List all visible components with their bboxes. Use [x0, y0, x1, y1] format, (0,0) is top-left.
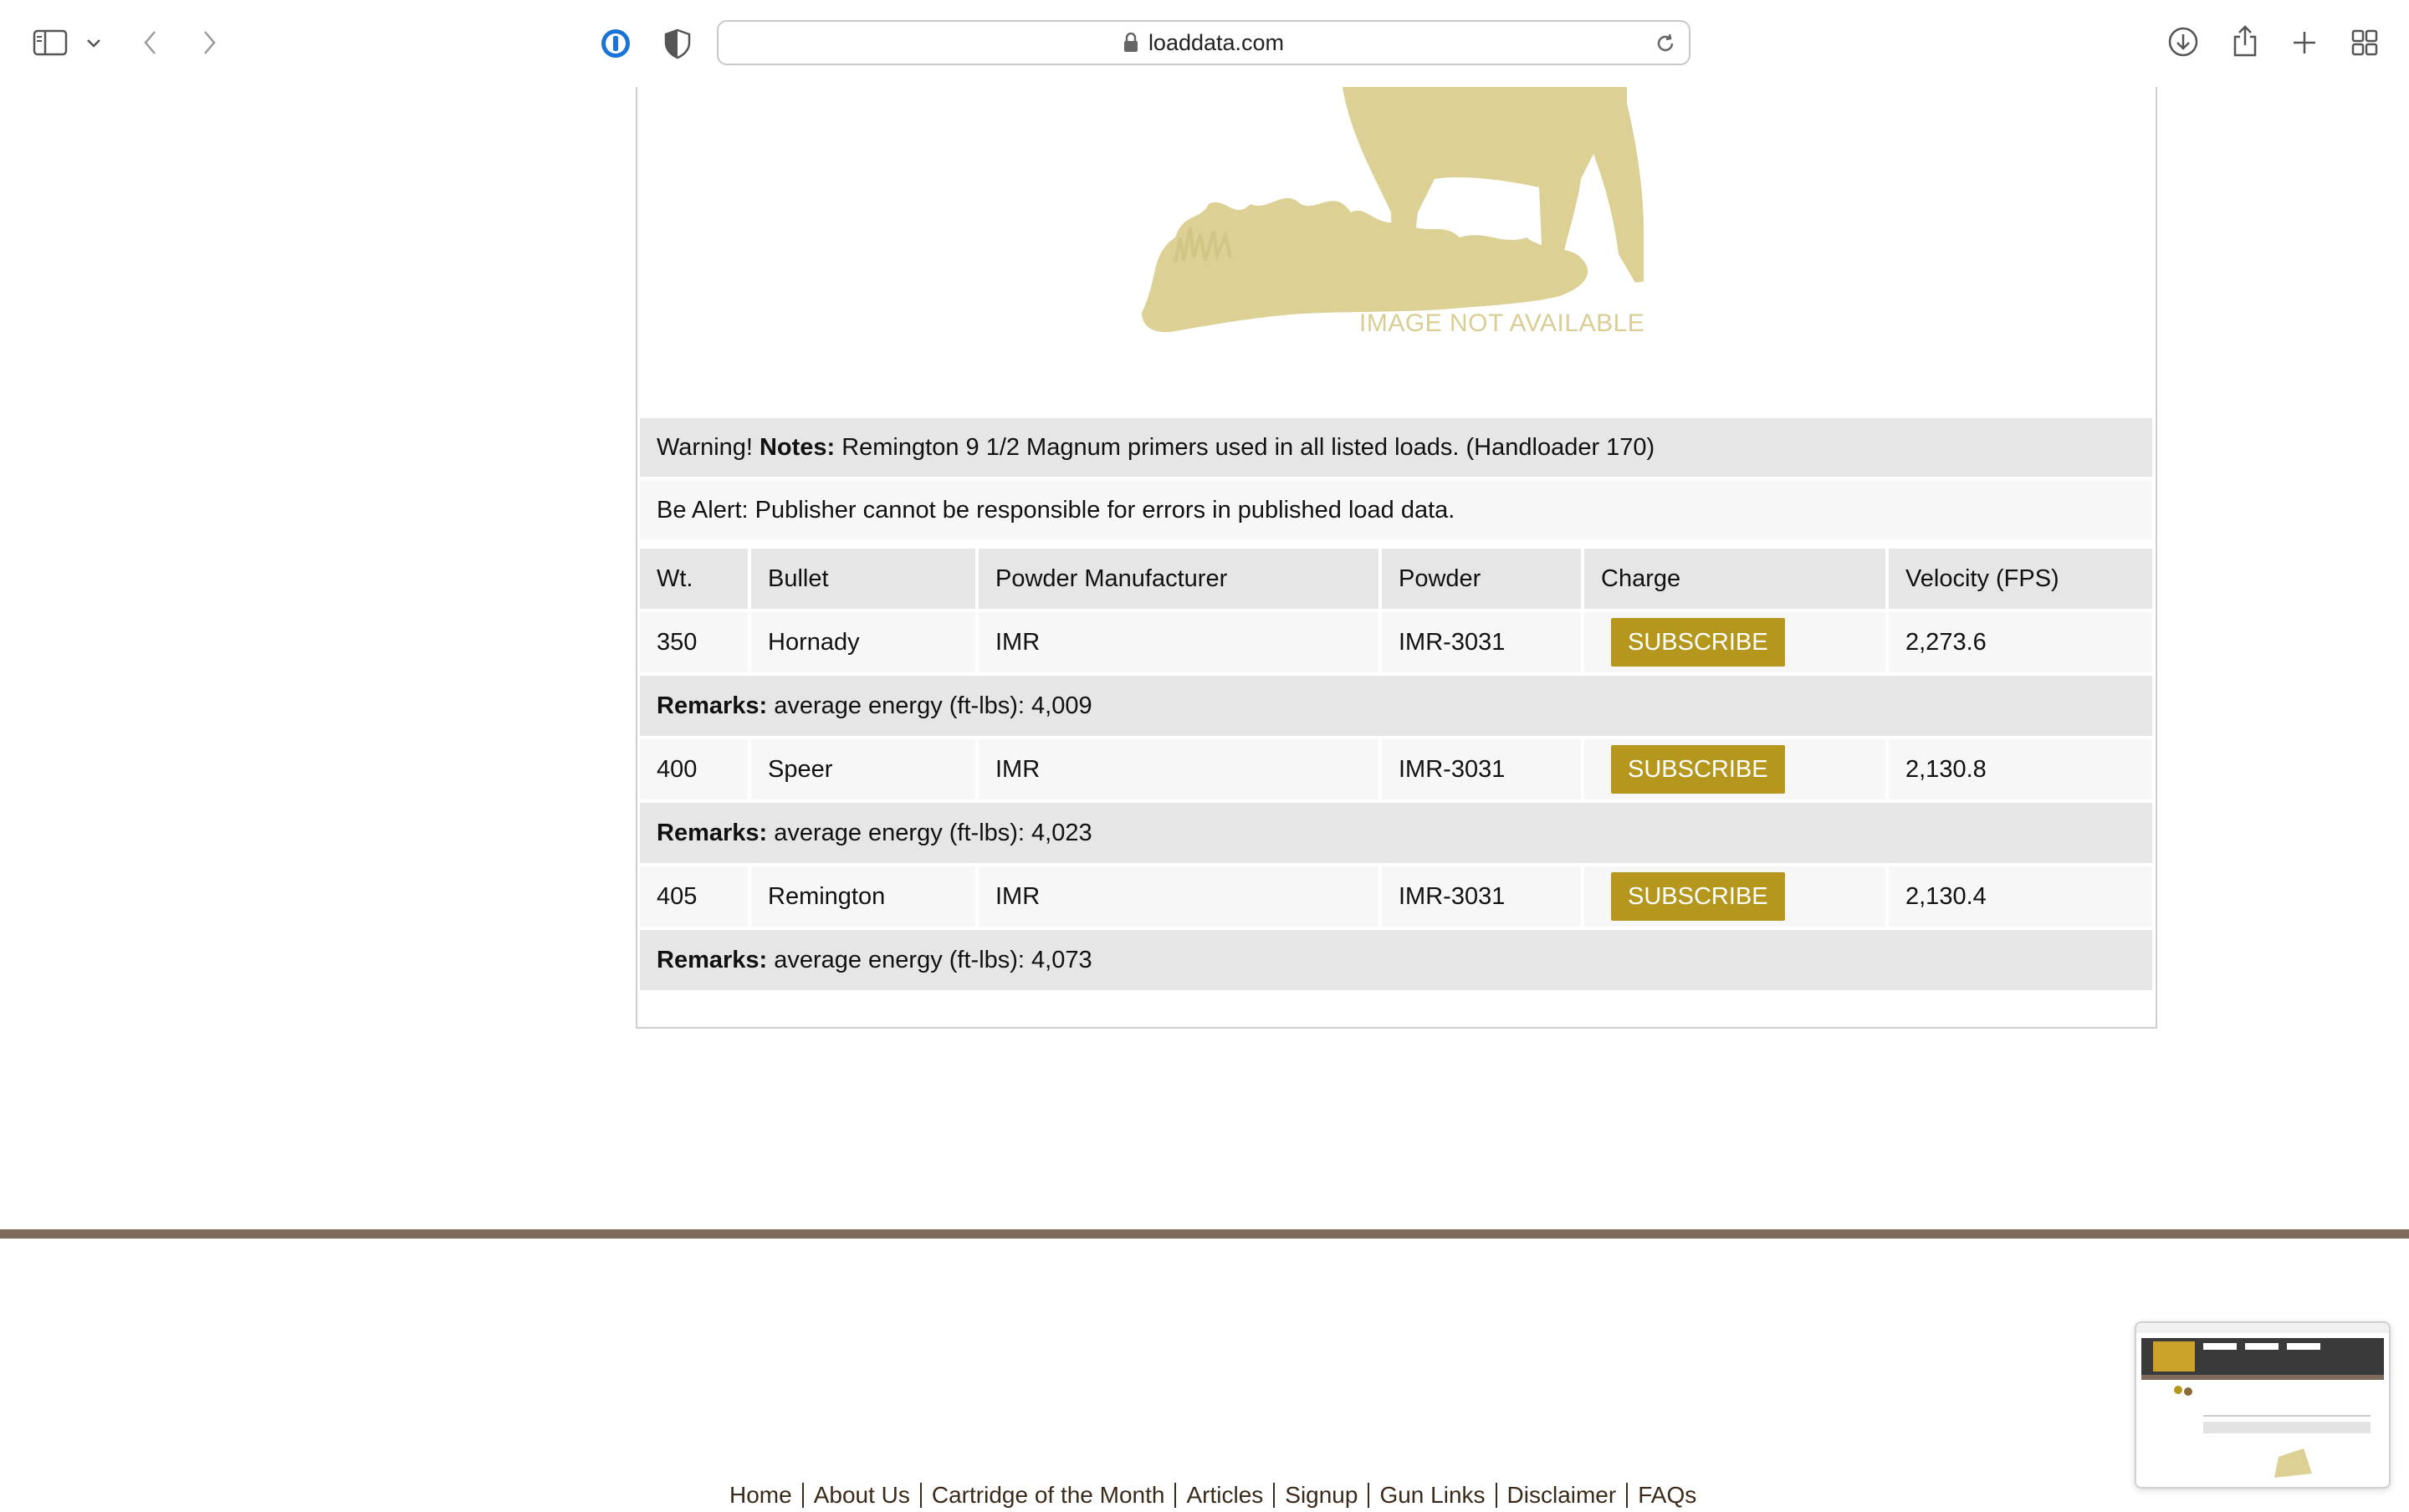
footer-link-faqs[interactable]: FAQs	[1628, 1482, 1706, 1509]
table-cell-wt: 350	[640, 612, 748, 672]
tab-overview-icon	[2351, 29, 2378, 56]
share-button[interactable]	[2227, 22, 2263, 60]
remarks-label: Remarks:	[657, 692, 768, 719]
password-manager-button[interactable]	[597, 25, 634, 62]
share-icon	[2233, 25, 2257, 57]
sidebar-toggle-button[interactable]	[30, 25, 70, 60]
downloads-button[interactable]	[2165, 23, 2202, 60]
download-icon	[2168, 27, 2198, 57]
table-cell-manufacturer: IMR	[979, 612, 1378, 672]
alert-bar: Be Alert: Publisher cannot be responsibl…	[640, 481, 2152, 539]
remarks-row: Remarks: average energy (ft-lbs): 4,073	[640, 930, 2152, 990]
browser-toolbar: loaddata.com	[0, 0, 2409, 87]
table-cell-manufacturer: IMR	[979, 739, 1378, 799]
footer-link-disclaimer[interactable]: Disclaimer	[1497, 1482, 1627, 1509]
footer-link-about-us[interactable]: About Us	[804, 1482, 920, 1509]
table-cell-manufacturer: IMR	[979, 866, 1378, 927]
forward-button[interactable]	[192, 25, 226, 60]
table-cell-bullet: Remington	[751, 866, 975, 927]
table-cell-powder: IMR-3031	[1382, 739, 1581, 799]
column-header-charge: Charge	[1584, 549, 1885, 609]
new-tab-button[interactable]	[2287, 25, 2322, 60]
table-cell-charge: SUBSCRIBE	[1584, 866, 1885, 927]
notes-prefix: Warning!	[657, 433, 753, 461]
chevron-right-icon	[204, 31, 216, 54]
footer-link-gun-links[interactable]: Gun Links	[1369, 1482, 1495, 1509]
notes-bar: Warning! Notes: Remington 9 1/2 Magnum p…	[640, 418, 2152, 477]
tab-overview-button[interactable]	[2347, 25, 2382, 60]
url-text: loaddata.com	[1148, 29, 1285, 55]
footer-divider	[0, 1229, 2409, 1239]
image-not-available-label: IMAGE NOT AVAILABLE	[1359, 309, 1645, 337]
remarks-text: average energy (ft-lbs): 4,009	[774, 692, 1092, 719]
footer-nav: Home About Us Cartridge of the Month Art…	[719, 1479, 1706, 1512]
footer-link-cartridge-of-the-month[interactable]: Cartridge of the Month	[922, 1482, 1175, 1509]
subscribe-button[interactable]: SUBSCRIBE	[1611, 745, 1785, 794]
lock-icon	[1123, 33, 1138, 52]
reload-icon	[1657, 33, 1674, 52]
notes-text: Remington 9 1/2 Magnum primers used in a…	[841, 433, 1655, 461]
sidebar-icon	[33, 29, 68, 56]
notes-label: Notes:	[759, 433, 836, 461]
chevron-left-icon	[144, 31, 156, 54]
password-manager-icon	[601, 29, 630, 58]
sidebar-menu-button[interactable]	[82, 32, 105, 55]
footer-link-home[interactable]: Home	[719, 1482, 802, 1509]
remarks-text: average energy (ft-lbs): 4,073	[774, 946, 1092, 973]
address-bar[interactable]: loaddata.com	[717, 20, 1690, 65]
table-cell-charge: SUBSCRIBE	[1584, 612, 1885, 672]
table-cell-powder: IMR-3031	[1382, 612, 1581, 672]
table-cell-velocity: 2,273.6	[1889, 612, 2152, 672]
reload-button[interactable]	[1652, 30, 1679, 57]
table-cell-velocity: 2,130.4	[1889, 866, 2152, 927]
shield-icon	[664, 28, 691, 59]
column-header-velocity: Velocity (FPS)	[1889, 549, 2152, 609]
remarks-text: average energy (ft-lbs): 4,023	[774, 819, 1092, 846]
page-thumbnail-image	[2136, 1323, 2389, 1478]
plus-icon	[2294, 32, 2315, 54]
footer-link-signup[interactable]: Signup	[1275, 1482, 1368, 1509]
column-header-powder-manufacturer: Powder Manufacturer	[979, 549, 1378, 609]
privacy-shield-button[interactable]	[659, 25, 696, 62]
subscribe-button[interactable]: SUBSCRIBE	[1611, 618, 1785, 667]
column-header-bullet: Bullet	[751, 549, 975, 609]
table-cell-bullet: Hornady	[751, 612, 975, 672]
alert-text: Be Alert: Publisher cannot be responsibl…	[657, 496, 1455, 524]
page-thumbnail-preview[interactable]	[2135, 1321, 2391, 1489]
chevron-down-icon	[87, 39, 100, 48]
remarks-label: Remarks:	[657, 819, 768, 846]
back-button[interactable]	[134, 25, 167, 60]
remarks-label: Remarks:	[657, 946, 768, 973]
column-header-wt: Wt.	[640, 549, 748, 609]
table-cell-powder: IMR-3031	[1382, 866, 1581, 927]
table-cell-bullet: Speer	[751, 739, 975, 799]
column-header-powder: Powder	[1382, 549, 1581, 609]
table-cell-charge: SUBSCRIBE	[1584, 739, 1885, 799]
table-cell-wt: 400	[640, 739, 748, 799]
table-cell-wt: 405	[640, 866, 748, 927]
remarks-row: Remarks: average energy (ft-lbs): 4,023	[640, 803, 2152, 863]
subscribe-button[interactable]: SUBSCRIBE	[1611, 872, 1785, 921]
deer-silhouette-image	[1142, 87, 1644, 333]
table-cell-velocity: 2,130.8	[1889, 739, 2152, 799]
footer-link-articles[interactable]: Articles	[1176, 1482, 1273, 1509]
remarks-row: Remarks: average energy (ft-lbs): 4,009	[640, 676, 2152, 736]
